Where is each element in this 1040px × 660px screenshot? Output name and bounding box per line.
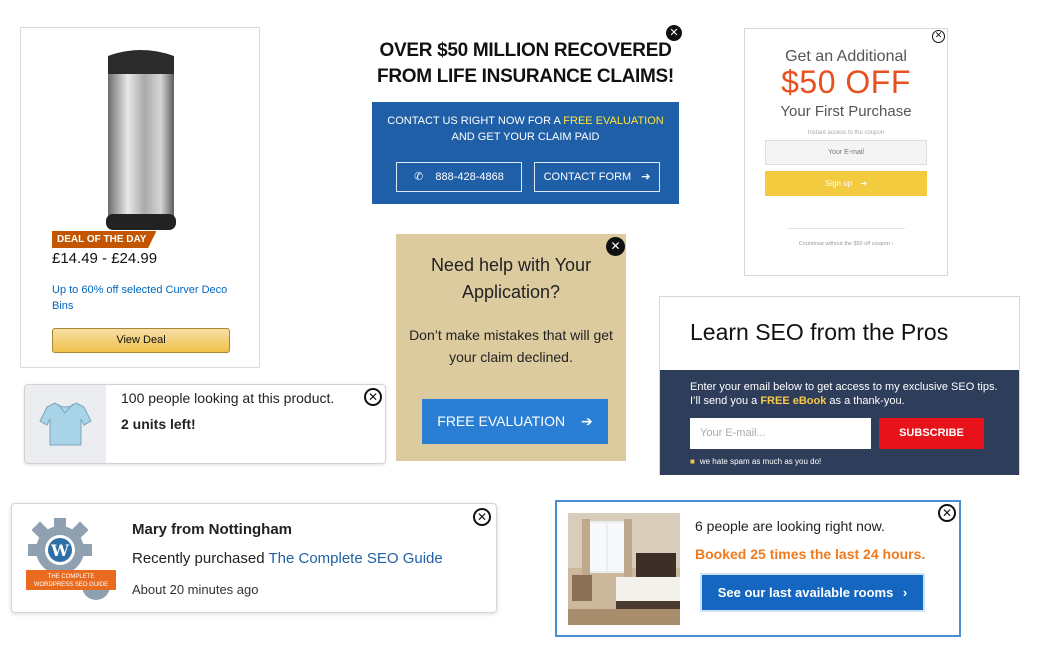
lock-icon: ■ [690,457,695,466]
seo-subscribe-popup: Learn SEO from the Pros Enter your email… [659,296,1020,475]
close-icon[interactable]: ✕ [364,388,382,406]
contact-text: CONTACT US RIGHT NOW FOR A FREE EVALUATI… [372,113,679,145]
product-link[interactable]: The Complete SEO Guide [268,550,442,567]
contact-form-button[interactable]: CONTACT FORM ➔ [534,162,660,192]
free-evaluation-highlight: FREE EVALUATION [563,115,664,127]
chevron-right-icon: › [891,241,894,247]
chevron-right-icon: › [902,585,908,600]
trash-bin-image [101,46,181,246]
shirt-icon [39,402,92,446]
see-rooms-button[interactable]: See our last available rooms › [702,575,923,610]
price-range: £14.49 - £24.99 [52,250,158,267]
close-icon[interactable]: ✕ [938,504,956,522]
free-evaluation-button[interactable]: FREE EVALUATION ➔ [422,399,608,444]
email-input[interactable]: Your E-mail... [690,418,871,449]
booked-count-text: Booked 25 times the last 24 hours. [695,546,926,562]
people-looking-text: 6 people are looking right now. [695,518,885,534]
logo-banner-line-2: WORDPRESS SEO GUIDE [34,582,108,588]
insurance-headline: OVER $50 MILLION RECOVERED FROM LIFE INS… [372,38,679,90]
close-icon[interactable]: ✕ [932,30,945,43]
need-help-popup: ✕ Need help with Your Application? Don’t… [396,234,626,461]
cta-label: FREE EVALUATION [437,413,566,429]
people-looking-notification: 100 people looking at this product. 2 un… [24,384,386,464]
arrow-right-icon: ➔ [581,413,593,429]
email-field[interactable]: Your E-mail [765,140,927,165]
free-ebook-highlight: FREE eBook [760,395,827,407]
subscribe-panel: Enter your email below to get access to … [660,370,1019,475]
hotel-availability-notification: 6 people are looking right now. Booked 2… [555,500,961,637]
signup-label: Sign up [824,179,853,188]
spam-note: ■ we hate spam as much as you do! [690,457,821,466]
coupon-title-3: Your First Purchase [780,103,912,120]
continue-without-coupon-link[interactable]: Countinue without the $50 off coupon › [745,241,947,247]
buyer-name: Mary from Nottingham [132,521,293,538]
gear-icon: W THE COMPLETE WORDPRESS SEO GUIDE [26,518,116,600]
help-title: Need help with Your Application? [430,255,592,302]
continue-label: Countinue without the $50 off coupon [798,241,890,247]
help-body: Don’t make mistakes that will get your c… [409,327,613,365]
contact-text-2: AND GET YOUR CLAIM PAID [451,131,600,143]
signup-button[interactable]: Sign up ➔ [765,171,927,196]
purchase-action: Recently purchased [132,550,269,567]
contact-panel: CONTACT US RIGHT NOW FOR A FREE EVALUATI… [372,102,679,204]
hotel-room-photo [568,513,680,625]
spam-note-text: we hate spam as much as you do! [699,457,822,466]
life-insurance-popup: OVER $50 MILLION RECOVERED FROM LIFE INS… [372,25,682,204]
contact-text-1: CONTACT US RIGHT NOW FOR A [387,115,564,127]
phone-button[interactable]: ✆ 888-428-4868 [396,162,522,192]
wordpress-seo-guide-logo: W THE COMPLETE WORDPRESS SEO GUIDE [24,516,119,604]
shirt-thumbnail [25,385,106,463]
coupon-popup: ✕ Get an Additional $50 OFF Your First P… [744,28,948,276]
close-icon[interactable]: ✕ [473,508,491,526]
deal-badge: DEAL OF THE DAY [52,231,157,248]
divider [787,228,905,229]
looking-count-text: 100 people looking at this product. [121,390,335,406]
units-left-text: 2 units left! [121,416,196,432]
see-rooms-label: See our last available rooms [717,585,894,600]
coupon-amount: $50 OFF [781,64,911,100]
contact-form-label: CONTACT FORM [543,171,632,183]
subscribe-button[interactable]: SUBSCRIBE [879,418,984,449]
desc-part-2: as a thank-you. [826,395,905,407]
instant-access-note: Instant access to the coupon [807,130,885,136]
promo-link[interactable]: Up to 60% off selected Curver Deco Bins [52,282,232,314]
purchase-description: Recently purchased The Complete SEO Guid… [132,550,443,567]
headline-line-1: OVER $50 MILLION RECOVERED [379,40,672,61]
phone-number: 888-428-4868 [435,171,504,183]
close-icon[interactable]: ✕ [666,25,682,41]
headline-line-2: FROM LIFE INSURANCE CLAIMS! [377,66,674,87]
svg-text:W: W [50,541,70,560]
logo-banner-line-1: THE COMPLETE [48,574,95,580]
recent-purchase-notification: W THE COMPLETE WORDPRESS SEO GUIDE Mary … [11,503,497,613]
arrow-right-icon: ➔ [860,179,868,188]
subscribe-description: Enter your email below to get access to … [690,380,1000,408]
phone-icon: ✆ [414,171,424,183]
arrow-right-icon: ➔ [641,171,651,183]
purchase-time: About 20 minutes ago [132,582,259,597]
seo-title: Learn SEO from the Pros [690,319,949,345]
deal-of-the-day-card[interactable]: DEAL OF THE DAY £14.49 - £24.99 Up to 60… [20,27,260,368]
view-deal-button[interactable]: View Deal [52,328,230,353]
